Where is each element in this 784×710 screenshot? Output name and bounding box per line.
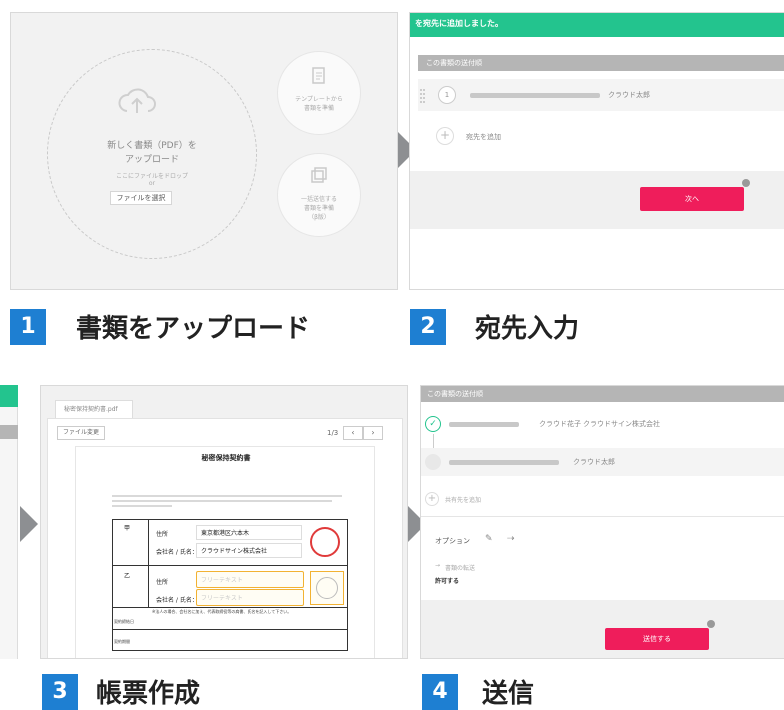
drag-handle-icon[interactable] xyxy=(420,89,425,103)
free-text-field-1[interactable]: フリーテキスト xyxy=(196,571,304,588)
form-editor-panel: 秘密保持契約書.pdf ファイル変更 1/3 ‹ › 秘密保持契約書 甲 乙 住… xyxy=(40,385,408,659)
company-label-b: 会社名 / 氏名： xyxy=(156,597,198,604)
step-label-1: 書類をアップロード xyxy=(76,314,311,344)
help-icon[interactable] xyxy=(707,620,715,628)
seal-placeholder-icon xyxy=(316,577,338,599)
drop-hint: ここにファイルをドロップ xyxy=(115,173,188,180)
help-icon[interactable] xyxy=(742,179,750,187)
company-label-a: 会社名 / 氏名： xyxy=(156,549,198,556)
text-line xyxy=(112,505,172,507)
green-edge-bar xyxy=(0,385,18,407)
arrow-right-icon xyxy=(20,506,38,542)
notification-bar: を宛先に追加しました。 xyxy=(410,13,784,37)
upload-instruction: 新しく書類（PDF）を アップロード xyxy=(71,139,233,167)
change-file-button[interactable]: ファイル変更 xyxy=(57,426,105,440)
recipient1-name: クラウド花子 xyxy=(539,420,581,428)
template-label-line2: 書類を準備 xyxy=(303,105,334,112)
step-label-2: 宛先入力 xyxy=(475,314,580,344)
or-text: or xyxy=(148,180,156,187)
bulk-send-label: 一括送信する 書類を準備 （β版） xyxy=(277,195,361,222)
next-button[interactable]: 次へ xyxy=(640,187,744,211)
address-label-b: 住所 xyxy=(156,579,169,586)
party-b-label: 乙 xyxy=(124,573,131,580)
party-a-label: 甲 xyxy=(124,525,131,532)
step-number-1: 1 xyxy=(10,309,46,345)
forward-value: 許可する xyxy=(435,578,460,585)
cloud-upload-icon xyxy=(117,85,157,121)
select-file-button[interactable]: ファイルを選択 xyxy=(110,191,172,205)
prev-panel-edge xyxy=(0,385,18,659)
recipient2-email xyxy=(449,460,559,465)
prev-page-button[interactable]: ‹ xyxy=(343,426,363,440)
pencil-icon[interactable]: ✎ xyxy=(485,534,493,544)
page-indicator: 1/3 xyxy=(327,429,339,437)
party-divider xyxy=(112,629,348,630)
add-recipient-label: 宛先を追加 xyxy=(466,133,501,141)
next-page-button[interactable]: › xyxy=(363,426,383,440)
step-number-3: 3 xyxy=(42,674,78,710)
pending-dot xyxy=(425,454,441,470)
step-number-4: 4 xyxy=(422,674,458,710)
recipient-name: クラウド太郎 xyxy=(608,91,650,99)
chevron-right-icon: › xyxy=(371,428,375,437)
company-value-a[interactable]: クラウドサイン株式会社 xyxy=(196,543,302,558)
recipient1-email xyxy=(449,422,519,427)
order-section-header: この書類の送付順 xyxy=(421,386,784,402)
step-label-4: 送信 xyxy=(482,679,535,709)
free-text-field-2[interactable]: フリーテキスト xyxy=(196,589,304,606)
send-button[interactable]: 送信する xyxy=(605,628,709,650)
upload-text-line1: 新しく書類（PDF）を xyxy=(107,141,197,151)
forward-icon[interactable]: ⇢ xyxy=(507,534,515,544)
step-label-3: 帳票作成 xyxy=(96,679,201,709)
recipient1-company: クラウドサイン株式会社 xyxy=(583,420,660,428)
footer-bar xyxy=(421,600,784,658)
forward-arrow-icon: → xyxy=(435,562,441,569)
bulk-label-line1: 一括送信する xyxy=(300,196,337,203)
chevron-left-icon: ‹ xyxy=(351,428,355,437)
recipient2-name: クラウド太郎 xyxy=(573,458,615,466)
company-seal xyxy=(310,527,340,557)
options-label: オプション xyxy=(435,537,470,545)
contract-period-label: 契約期間 xyxy=(114,639,130,644)
recipient-email xyxy=(470,93,600,98)
recipient-panel: を宛先に追加しました。 この書類の送付順 1 クラウド太郎 + 宛先を追加 次へ xyxy=(409,12,784,290)
gray-edge-bar xyxy=(0,425,18,439)
address-label-a: 住所 xyxy=(156,531,169,538)
check-icon: ✓ xyxy=(425,416,441,432)
plus-icon: + xyxy=(425,492,439,506)
seal-field[interactable] xyxy=(310,571,344,605)
document-title: 秘密保持契約書 xyxy=(201,454,251,462)
plus-icon: + xyxy=(436,127,454,145)
text-line xyxy=(112,495,342,497)
document-page: 秘密保持契約書 甲 乙 住所 東京都港区六本木 会社名 / 氏名： クラウドサイ… xyxy=(75,446,375,658)
add-cc-label: 共有先を追加 xyxy=(445,497,482,504)
representative-note: ※法人の場合、会社名に加え、代表取締役等の肩書、氏名を記入して下さい。 xyxy=(152,609,292,614)
options-divider xyxy=(421,516,784,517)
upload-panel: 新しく書類（PDF）を アップロード ここにファイルをドロップ or ファイルを… xyxy=(10,12,398,290)
step-number-2: 2 xyxy=(410,309,446,345)
template-label-line1: テンプレートから xyxy=(295,96,343,103)
template-button[interactable] xyxy=(277,51,361,135)
party-divider xyxy=(112,607,348,608)
file-tab[interactable]: 秘密保持契約書.pdf xyxy=(55,400,133,418)
bulk-label-line2: 書類を準備 xyxy=(303,205,334,212)
address-value-a[interactable]: 東京都港区六本木 xyxy=(196,525,302,540)
forward-label: 書類の転送 xyxy=(445,565,476,572)
contract-date-label: 契約締結日 xyxy=(114,619,134,624)
recipient-row[interactable]: 1 クラウド太郎 xyxy=(418,79,784,111)
upload-text-line2: アップロード xyxy=(124,155,179,165)
template-label: テンプレートから 書類を準備 xyxy=(277,95,361,113)
order-section-header: この書類の送付順 xyxy=(418,55,784,71)
order-badge: 1 xyxy=(438,86,456,104)
text-line xyxy=(112,500,332,502)
bulk-send-icon xyxy=(310,167,328,189)
template-icon xyxy=(310,67,328,89)
send-panel: この書類の送付順 ✓ クラウド花子 クラウドサイン株式会社 クラウド太郎 + 共… xyxy=(420,385,784,659)
bulk-label-line3: （β版） xyxy=(308,214,330,221)
party-col-divider xyxy=(148,519,149,607)
